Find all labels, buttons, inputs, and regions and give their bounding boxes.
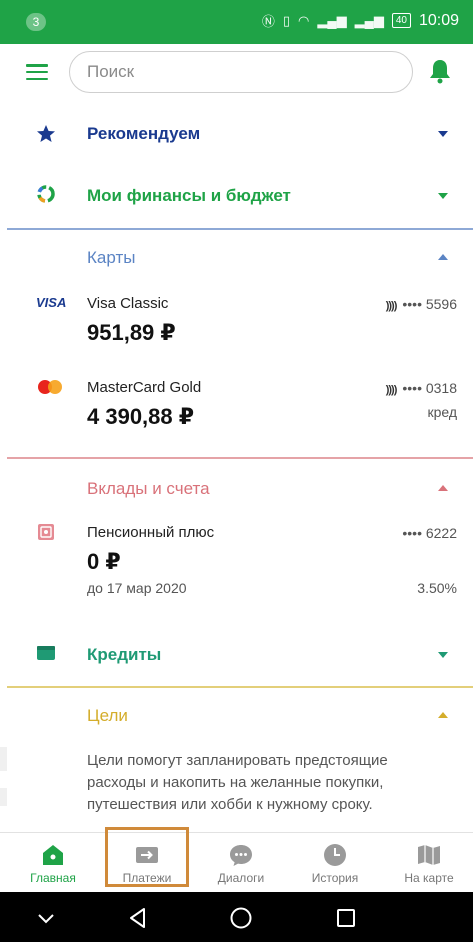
left-edge-strip (0, 788, 7, 806)
card-balance: 951,89 ₽ (87, 320, 176, 345)
status-icons: Ⓝ ▯ ◠ ▂▄▆ ▂▄▆ 40 10:09 (262, 11, 459, 30)
search-input[interactable] (69, 51, 413, 93)
section-deposits[interactable]: Вклады и счета (0, 467, 473, 511)
visa-logo: VISA (36, 295, 67, 310)
chevron-up-icon (438, 254, 448, 260)
nav-history[interactable]: История (288, 833, 382, 893)
deposit-balance: 0 ₽ (87, 549, 121, 574)
contactless-icon: )))) (385, 300, 398, 312)
wifi-icon: ◠ (298, 12, 310, 28)
card-name: MasterCard Gold (87, 379, 202, 396)
star-icon (37, 125, 55, 142)
card-item[interactable]: VISA Visa Classic 951,89 ₽ )))) •••• 5596 (0, 286, 473, 352)
divider-goals (7, 686, 473, 688)
contactless-icon: )))) (385, 384, 398, 396)
signal-icon: ▂▄▆ (317, 12, 347, 28)
vibrate-icon: ▯ (282, 12, 291, 28)
chevron-down-icon (438, 652, 448, 658)
divider-deposits (7, 457, 473, 459)
clock: 10:09 (418, 11, 459, 29)
chevron-up-icon (438, 485, 448, 491)
battery-icon: 40 (391, 13, 411, 28)
card-number: •••• 0318 (402, 380, 457, 396)
home-circle-icon[interactable] (229, 906, 253, 930)
mastercard-logo (38, 380, 62, 394)
bottom-navigation: Главная Платежи Диалоги История На карте (0, 832, 473, 892)
section-finance[interactable]: Мои финансы и бюджет (0, 173, 473, 217)
recents-icon[interactable] (334, 906, 358, 930)
section-goals-title: Цели (87, 706, 128, 725)
deposit-item[interactable]: Пенсионный плюс 0 ₽ •••• 6222 до 17 мар … (0, 515, 473, 605)
chevron-down-icon (438, 131, 448, 137)
section-recommend-title: Рекомендуем (87, 124, 201, 143)
divider-cards (7, 228, 473, 230)
nfc-icon: Ⓝ (261, 14, 275, 29)
section-goals[interactable]: Цели (0, 696, 473, 740)
card-type-label: кред (427, 404, 457, 420)
menu-icon[interactable] (26, 64, 48, 80)
card-name: Visa Classic (87, 295, 169, 312)
nav-dialogs[interactable]: Диалоги (194, 833, 288, 893)
section-finance-title: Мои финансы и бюджет (87, 186, 291, 205)
card-number: •••• 5596 (402, 296, 457, 312)
chat-icon (230, 845, 252, 866)
deposit-number: •••• 6222 (402, 525, 457, 541)
collapse-chevron-icon[interactable] (34, 906, 58, 930)
bell-icon[interactable] (428, 58, 452, 84)
section-deposits-title: Вклады и счета (87, 479, 210, 498)
card-balance: 4 390,88 ₽ (87, 404, 195, 429)
deposit-rate: 3.50% (417, 580, 457, 596)
signal-icon-2: ▂▄▆ (354, 12, 384, 28)
status-bar: 3 Ⓝ ▯ ◠ ▂▄▆ ▂▄▆ 40 10:09 (0, 0, 473, 44)
nav-map[interactable]: На карте (382, 833, 473, 893)
map-icon (418, 845, 440, 865)
deposit-end-date: до 17 мар 2020 (87, 580, 187, 596)
nav-home-label: Главная (30, 871, 76, 885)
nav-map-label: На карте (404, 871, 454, 885)
nav-dialogs-label: Диалоги (217, 871, 265, 885)
left-edge-strip (0, 747, 7, 771)
system-navigation-bar (0, 892, 473, 942)
pie-chart-icon (37, 185, 55, 203)
section-cards[interactable]: Карты (0, 236, 473, 280)
wallet-icon (37, 646, 55, 660)
nav-history-label: История (311, 871, 359, 885)
goals-description: Цели помогут запланировать предстоящие р… (87, 752, 388, 813)
payments-highlight-box (105, 827, 189, 887)
back-icon[interactable] (126, 906, 150, 930)
section-recommend[interactable]: Рекомендуем (0, 112, 473, 156)
notification-count-badge: 3 (26, 13, 46, 31)
home-icon (43, 845, 63, 865)
chevron-up-icon (438, 712, 448, 718)
chevron-down-icon (438, 193, 448, 199)
section-credits[interactable]: Кредиты (0, 634, 473, 678)
card-item[interactable]: MasterCard Gold 4 390,88 ₽ )))) •••• 0318… (0, 370, 473, 440)
clock-icon (324, 844, 346, 866)
section-cards-title: Карты (87, 248, 136, 267)
nav-home[interactable]: Главная (6, 833, 100, 893)
deposit-name: Пенсионный плюс (87, 524, 215, 541)
section-credits-title: Кредиты (87, 645, 162, 664)
safe-icon (38, 524, 54, 540)
app-header (0, 44, 473, 102)
